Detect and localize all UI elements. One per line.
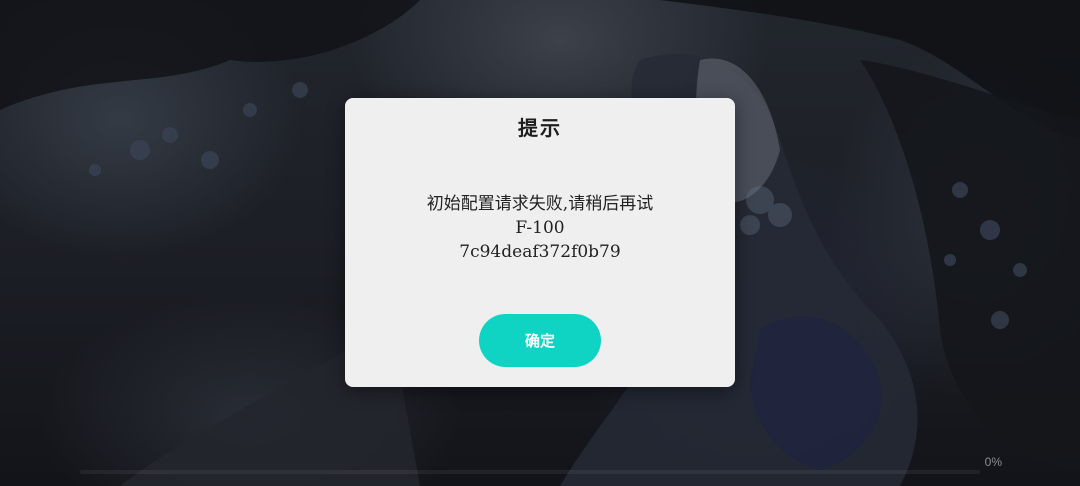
alert-dialog: 提示 初始配置请求失败,请稍后再试 F-100 7c94deaf372f0b79…: [345, 98, 735, 387]
dialog-title: 提示: [518, 116, 562, 140]
error-message-line: 初始配置请求失败,请稍后再试: [426, 194, 654, 214]
loading-progress-text: 0%: [984, 455, 1002, 469]
dialog-message: 初始配置请求失败,请稍后再试 F-100 7c94deaf372f0b79: [355, 192, 725, 264]
error-code-line: F-100: [515, 218, 565, 238]
loading-progress-bar: [80, 470, 980, 474]
error-id-line: 7c94deaf372f0b79: [459, 242, 621, 262]
game-loading-screen: 提示 初始配置请求失败,请稍后再试 F-100 7c94deaf372f0b79…: [0, 0, 1080, 486]
confirm-button[interactable]: 确定: [479, 314, 601, 367]
